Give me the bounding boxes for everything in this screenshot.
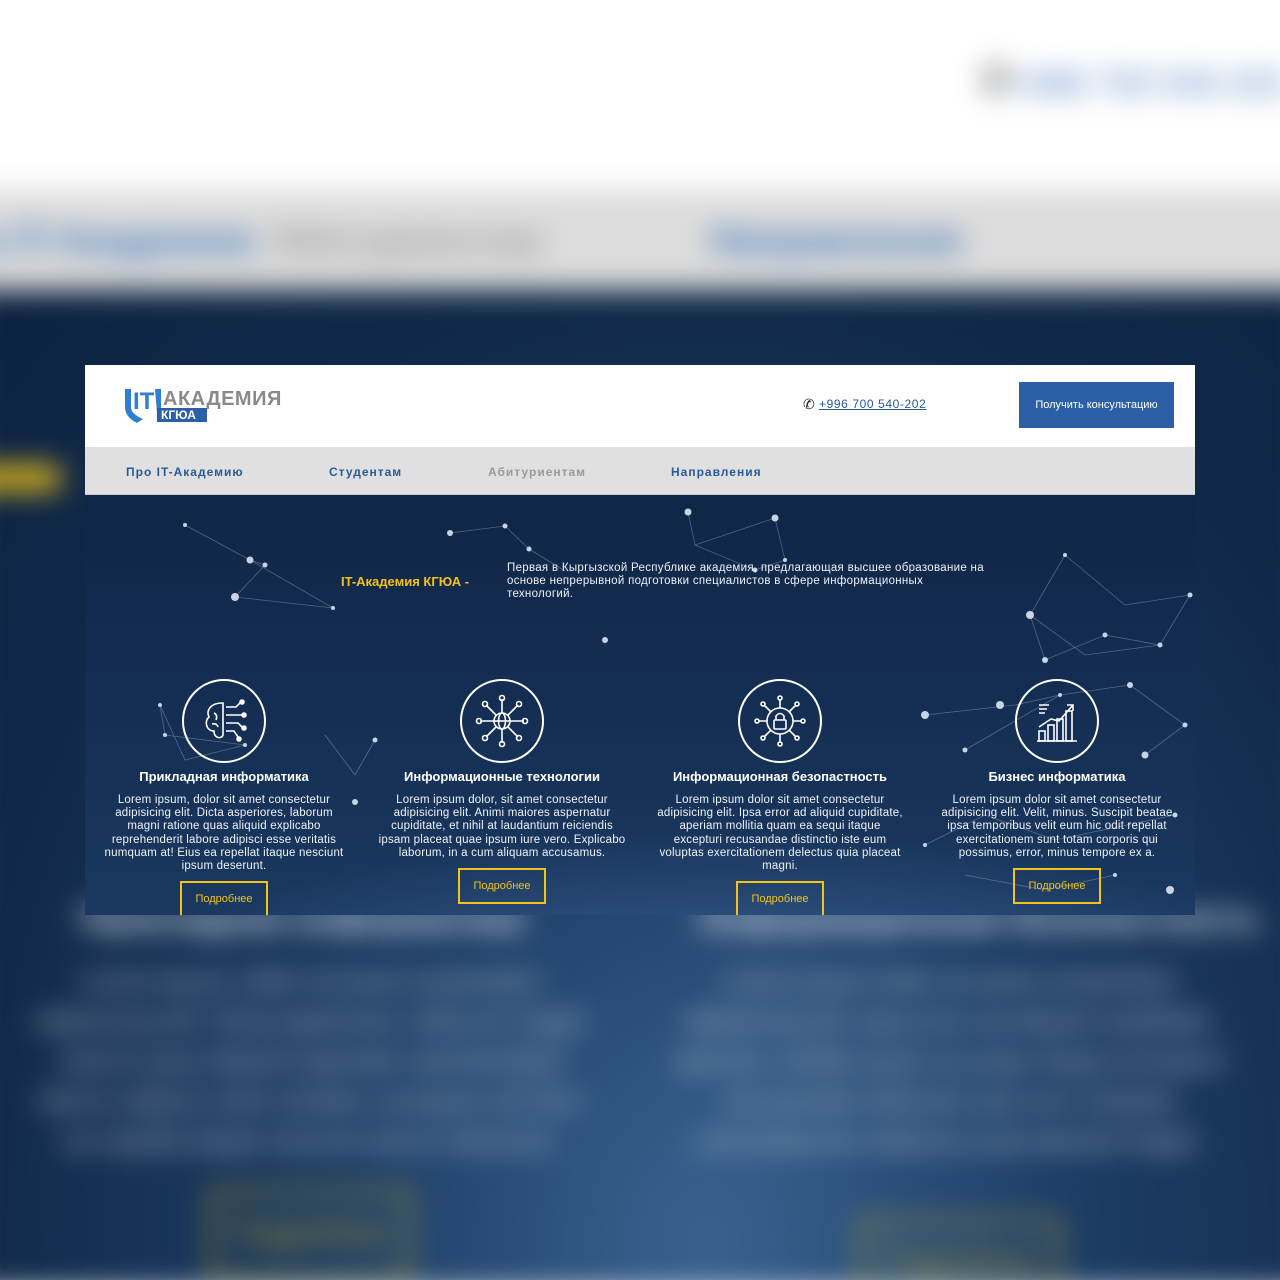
more-button[interactable]: Подробнее bbox=[180, 881, 268, 915]
nav-item-applicants[interactable]: Абитуриентам bbox=[488, 465, 586, 479]
feature-applied-informatics: Прикладная информатика Lorem ipsum, dolo… bbox=[99, 679, 349, 915]
feature-text: Lorem ipsum, dolor sit amet consectetur … bbox=[104, 794, 344, 873]
bg-phone-icon: ✆ bbox=[980, 59, 1014, 103]
more-button[interactable]: Подробнее bbox=[736, 881, 824, 915]
website-screenshot: IT АКАДЕМИЯ КГЮА ✆ +996 700 540-202 Полу… bbox=[85, 365, 1195, 915]
feature-business-informatics: Бизнес информатика Lorem ipsum dolor sit… bbox=[932, 679, 1182, 905]
logo-it-text: IT bbox=[133, 388, 155, 415]
feature-text: Lorem ipsum dolor sit amet consectetur a… bbox=[941, 794, 1173, 859]
globe-network-icon bbox=[460, 679, 544, 763]
feature-text: Lorem ipsum dolor sit amet consectetur a… bbox=[657, 794, 903, 873]
bg-nav-item-2: Абитуриентам bbox=[270, 220, 543, 262]
it-academy-logo[interactable]: IT АКАДЕМИЯ КГЮА bbox=[121, 383, 291, 427]
phone-link[interactable]: +996 700 540-202 bbox=[819, 397, 926, 411]
more-button[interactable]: Подробнее bbox=[1013, 868, 1101, 905]
get-consultation-button[interactable]: Получить консультацию bbox=[1019, 382, 1174, 428]
intro-label: IT-Академия КГЮА - bbox=[341, 574, 470, 589]
bg-nav-item-3: Направления bbox=[710, 220, 962, 262]
intro-text: Первая в Кыргызской Республике академия,… bbox=[507, 562, 984, 600]
feature-text: Lorem ipsum dolor, sit amet consectetur … bbox=[378, 794, 626, 859]
logo-graphic: IT АКАДЕМИЯ КГЮА bbox=[125, 388, 282, 423]
more-button[interactable]: Подробнее bbox=[458, 868, 546, 905]
feature-title: Информационные технологии bbox=[404, 769, 600, 784]
phone-icon: ✆ bbox=[803, 396, 815, 412]
main-nav: Про IT-Академию Студентам Абитуриентам Н… bbox=[85, 447, 1195, 495]
site-header: IT АКАДЕМИЯ КГЮА ✆ +996 700 540-202 Полу… bbox=[85, 365, 1195, 447]
nav-item-about[interactable]: Про IT-Академию bbox=[126, 465, 244, 479]
feature-title: Бизнес информатика bbox=[988, 769, 1126, 784]
feature-title: Информационная безопастность bbox=[672, 769, 888, 784]
nav-item-students[interactable]: Студентам bbox=[329, 465, 402, 479]
bg-text-2: Lorem ipsum dolor sit amet consectetur a… bbox=[674, 965, 1226, 1155]
feature-information-security: Информационная безопастность Lorem ipsum… bbox=[655, 679, 905, 915]
hero-section: IT-Академия КГЮА - Первая в Кыргызской Р… bbox=[85, 495, 1195, 915]
lock-circuit-icon bbox=[738, 679, 822, 763]
feature-title: Прикладная информатика bbox=[139, 769, 309, 784]
logo-sub-text: КГЮА bbox=[161, 408, 196, 422]
logo-main-text: АКАДЕМИЯ bbox=[163, 388, 282, 410]
bg-phone-number: +996 700 540-202 bbox=[1010, 65, 1280, 103]
bg-nav-item-1: Про IT-Академию bbox=[0, 220, 255, 262]
bg-text-1: Lorem ipsum, dolor sit amet consectetur … bbox=[34, 965, 586, 1155]
bg-button-2: Подробнее bbox=[860, 1220, 1060, 1280]
feature-information-technologies: Информационные технологии Lorem ipsum do… bbox=[377, 679, 627, 905]
nav-item-directions[interactable]: Направления bbox=[671, 465, 762, 479]
bg-button-1: Подробнее bbox=[210, 1190, 410, 1280]
brain-circuit-icon bbox=[182, 679, 266, 763]
growth-chart-icon bbox=[1015, 679, 1099, 763]
